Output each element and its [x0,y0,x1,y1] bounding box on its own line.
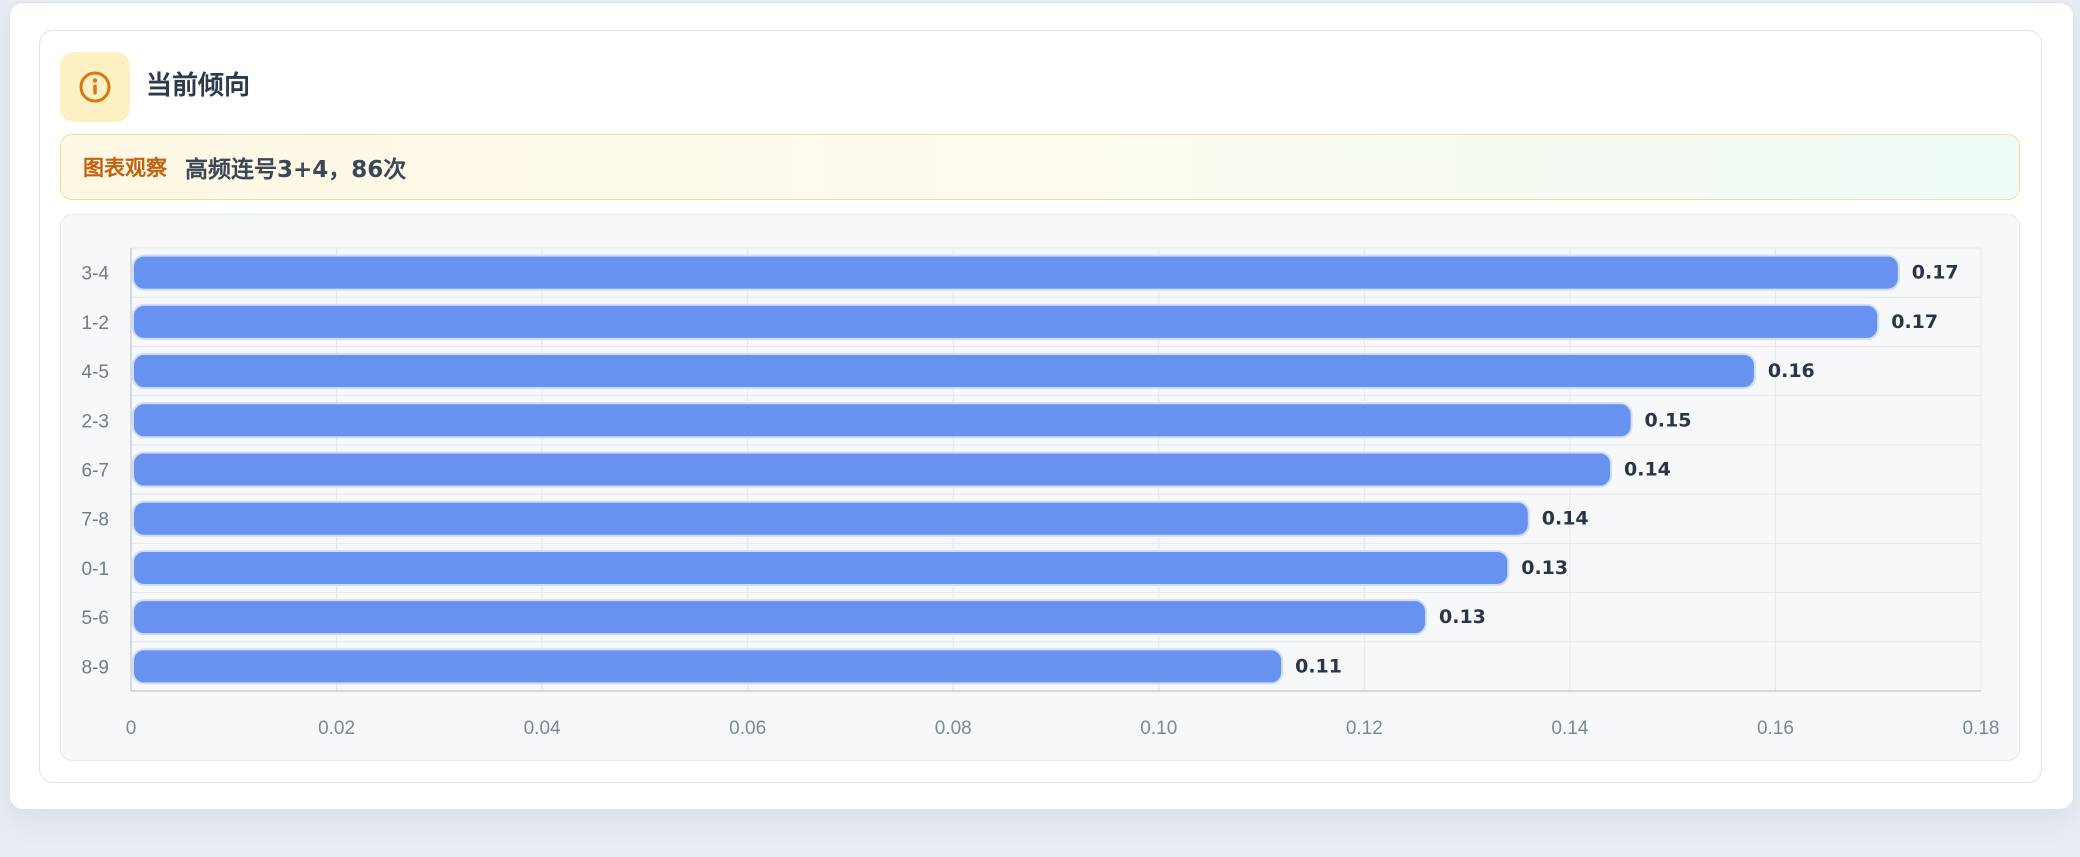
bar [132,254,1900,291]
x-tick-label: 0.02 [318,718,355,739]
value-label: 0.17 [1891,311,1938,333]
bar [132,648,1284,685]
panel-title: 当前倾向 [146,71,251,101]
value-label: 0.14 [1542,508,1589,530]
value-label: 0.13 [1439,606,1486,628]
info-circle-icon [79,71,111,103]
category-label: 1-2 [82,313,109,334]
bar [132,402,1633,439]
value-label: 0.11 [1295,655,1342,677]
x-tick-label: 0.14 [1551,718,1588,739]
category-label: 0-1 [82,559,109,580]
observation-banner: 图表观察 高频连号3+4，86次 [60,134,2020,200]
x-tick-label: 0.10 [1140,718,1177,739]
chart-area: 0 0.02 0.04 0.06 0.08 0.10 0.12 0.14 0.16 0.18 3-4… [60,214,2020,761]
category-label: 5-6 [82,608,109,629]
x-tick-label: 0.06 [729,718,766,739]
x-tick-label: 0.12 [1346,718,1383,739]
observation-text: 高频连号3+4，86次 [185,157,407,183]
category-label: 3-4 [82,264,110,285]
info-badge [60,52,130,122]
bar [132,451,1612,488]
value-label: 0.17 [1912,262,1959,284]
bar [132,303,1880,340]
x-tick-label: 0.08 [935,718,972,739]
value-label: 0.15 [1645,409,1692,431]
category-label: 7-8 [82,510,109,531]
category-label: 2-3 [82,411,109,432]
bar [132,353,1756,390]
x-tick-label: 0.04 [524,718,561,739]
bar-chart: 0 0.02 0.04 0.06 0.08 0.10 0.12 0.14 0.16 0.18 3-4… [82,247,2000,739]
category-label: 8-9 [82,657,109,678]
x-tick-label: 0.16 [1757,718,1794,739]
bar [132,549,1510,586]
value-label: 0.13 [1521,557,1568,579]
bar [132,500,1530,537]
value-label: 0.16 [1768,360,1815,382]
category-label: 4-5 [82,362,109,383]
x-tick-label: 0 [126,718,137,739]
x-tick-label: 0.18 [1963,718,2000,739]
bar [132,599,1427,636]
value-label: 0.14 [1624,459,1671,481]
observation-label: 图表观察 [83,156,167,180]
category-label: 6-7 [82,461,109,482]
